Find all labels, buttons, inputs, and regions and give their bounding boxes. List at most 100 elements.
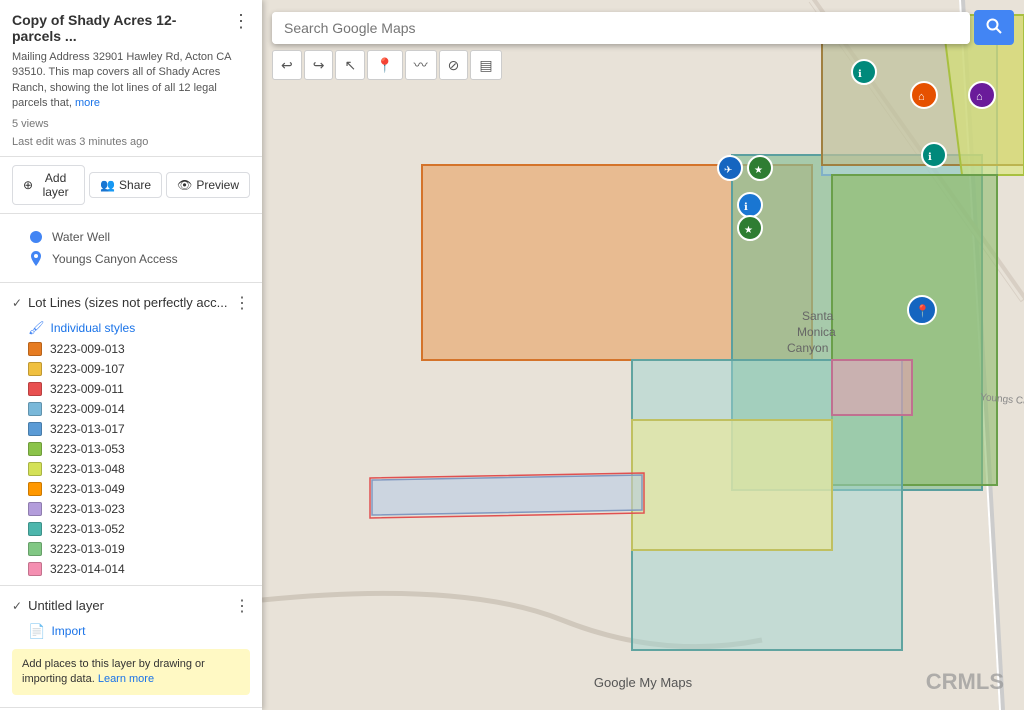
untitled-layer1-header: ✓ Untitled layer ⋮ [0, 592, 262, 620]
lot-color-swatch [28, 342, 42, 356]
lot-list-item[interactable]: 3223-009-013 [0, 339, 262, 359]
search-bar [272, 10, 1014, 45]
search-wrapper [272, 12, 970, 44]
svg-text:★: ★ [754, 165, 763, 176]
lot-color-swatch [28, 522, 42, 536]
lot-lines-header: ✓ Lot Lines (sizes not perfectly acc... … [0, 289, 262, 317]
individual-styles-icon: 🖌 [28, 320, 45, 336]
search-button[interactable] [974, 10, 1014, 45]
lot-item-label: 3223-009-014 [50, 402, 125, 416]
cursor-button[interactable]: ↖ [335, 50, 365, 80]
lot-color-swatch [28, 502, 42, 516]
search-input[interactable] [272, 12, 970, 44]
filter-button[interactable]: ⊘ [439, 50, 469, 80]
lot-color-swatch [28, 562, 42, 576]
lot-list-item[interactable]: 3223-013-017 [0, 419, 262, 439]
water-well-label: Water Well [52, 230, 110, 244]
preview-button[interactable]: 👁 Preview [166, 172, 250, 198]
lot-color-swatch [28, 362, 42, 376]
list-item[interactable]: Youngs Canyon Access [0, 248, 262, 270]
lot-list-item[interactable]: 3223-013-019 [0, 539, 262, 559]
youngs-canyon-label: Youngs Canyon Access [52, 252, 178, 266]
lot-color-swatch [28, 442, 42, 456]
individual-styles-label[interactable]: Individual styles [51, 321, 136, 335]
lot-item-label: 3223-009-107 [50, 362, 125, 376]
svg-text:Santa: Santa [802, 309, 834, 323]
svg-text:ℹ: ℹ [858, 69, 862, 80]
lot-color-swatch [28, 542, 42, 556]
lot-item-label: 3223-009-011 [50, 382, 124, 396]
lot-list-item[interactable]: 3223-013-048 [0, 459, 262, 479]
path-button[interactable]: 〰 [405, 50, 437, 80]
map-views: 5 views [12, 118, 250, 130]
lot-list-item[interactable]: 3223-013-049 [0, 479, 262, 499]
svg-text:✈: ✈ [724, 165, 732, 176]
learn-more-link[interactable]: Learn more [98, 673, 154, 685]
lot-list-item[interactable]: 3223-013-053 [0, 439, 262, 459]
more-link[interactable]: more [75, 97, 100, 109]
lot-list-item[interactable]: 3223-009-107 [0, 359, 262, 379]
undo-button[interactable]: ↩ [272, 50, 302, 80]
add-layer-icon: ⊕ [23, 178, 33, 192]
layer1-section: Water Well Youngs Canyon Access [0, 214, 262, 283]
import-link[interactable]: 📄 Import [0, 620, 262, 643]
google-watermark: Google My Maps [594, 675, 692, 690]
lot-lines-check: ✓ [12, 296, 22, 310]
lot-color-swatch [28, 462, 42, 476]
lot-lines-name: Lot Lines (sizes not perfectly acc... [28, 295, 228, 310]
add-places-box: Add places to this layer by drawing or i… [12, 649, 250, 696]
lot-item-label: 3223-014-014 [50, 562, 125, 576]
lot-item-label: 3223-013-023 [50, 502, 125, 516]
untitled-layer1-name: Untitled layer [28, 598, 228, 613]
lot-color-swatch [28, 402, 42, 416]
add-layer-button[interactable]: ⊕ Add layer [12, 165, 85, 205]
water-well-icon [28, 229, 44, 245]
map-svg: Santa Monica Canyon Youngs Canyon Rd ✈ ★… [262, 0, 1024, 710]
lot-list-item[interactable]: 3223-013-023 [0, 499, 262, 519]
lot-item-label: 3223-013-052 [50, 522, 125, 536]
lot-lines-section: ✓ Lot Lines (sizes not perfectly acc... … [0, 283, 262, 586]
untitled-layer1-menu[interactable]: ⋮ [234, 596, 250, 616]
lot-item-label: 3223-009-013 [50, 342, 125, 356]
lot-list-item[interactable]: 3223-009-014 [0, 399, 262, 419]
lot-color-swatch [28, 482, 42, 496]
svg-text:⌂: ⌂ [918, 91, 925, 103]
lot-item-label: 3223-013-049 [50, 482, 125, 496]
share-button[interactable]: 👥 Share [89, 172, 162, 198]
import-label: Import [51, 624, 85, 638]
preview-icon: 👁 [177, 178, 192, 192]
youngs-canyon-icon [28, 251, 44, 267]
map-title: Copy of Shady Acres 12- parcels ... [12, 12, 224, 44]
search-icon [986, 18, 1002, 34]
individual-styles-row[interactable]: 🖌 Individual styles [0, 317, 262, 339]
untitled-layer1-section: ✓ Untitled layer ⋮ 📄 Import Add places t… [0, 586, 262, 709]
sidebar: Copy of Shady Acres 12- parcels ... ⋮ Ma… [0, 0, 262, 710]
lot-item-label: 3223-013-019 [50, 542, 125, 556]
svg-text:Monica: Monica [797, 325, 836, 339]
svg-text:⌂: ⌂ [976, 91, 983, 103]
sidebar-actions: ⊕ Add layer 👥 Share 👁 Preview [0, 157, 262, 214]
lot-item-label: 3223-013-053 [50, 442, 125, 456]
lot-items-list: 3223-009-013 3223-009-107 3223-009-011 3… [0, 339, 262, 579]
lot-color-swatch [28, 422, 42, 436]
lot-list-item[interactable]: 3223-013-052 [0, 519, 262, 539]
lot-color-swatch [28, 382, 42, 396]
svg-text:📍: 📍 [915, 304, 930, 318]
redo-button[interactable]: ↪ [304, 50, 334, 80]
layer1-items: Water Well Youngs Canyon Access [0, 222, 262, 274]
lot-item-label: 3223-013-048 [50, 462, 125, 476]
crmls-watermark: CRMLS [926, 669, 1004, 695]
svg-text:★: ★ [744, 225, 753, 236]
lot-item-label: 3223-013-017 [50, 422, 125, 436]
lot-lines-menu[interactable]: ⋮ [234, 293, 250, 313]
svg-text:ℹ: ℹ [928, 152, 932, 163]
map-menu-button[interactable]: ⋮ [232, 12, 250, 30]
list-item[interactable]: Water Well [0, 226, 262, 248]
pin-button[interactable]: 📍 [367, 50, 402, 80]
svg-text:Canyon: Canyon [787, 341, 828, 355]
lot-list-item[interactable]: 3223-009-011 [0, 379, 262, 399]
lot-list-item[interactable]: 3223-014-014 [0, 559, 262, 579]
more-toolbar-button[interactable]: ▤ [470, 50, 501, 80]
map-area[interactable]: ↩ ↪ ↖ 📍 〰 ⊘ ▤ [262, 0, 1024, 710]
svg-text:ℹ: ℹ [744, 202, 748, 213]
